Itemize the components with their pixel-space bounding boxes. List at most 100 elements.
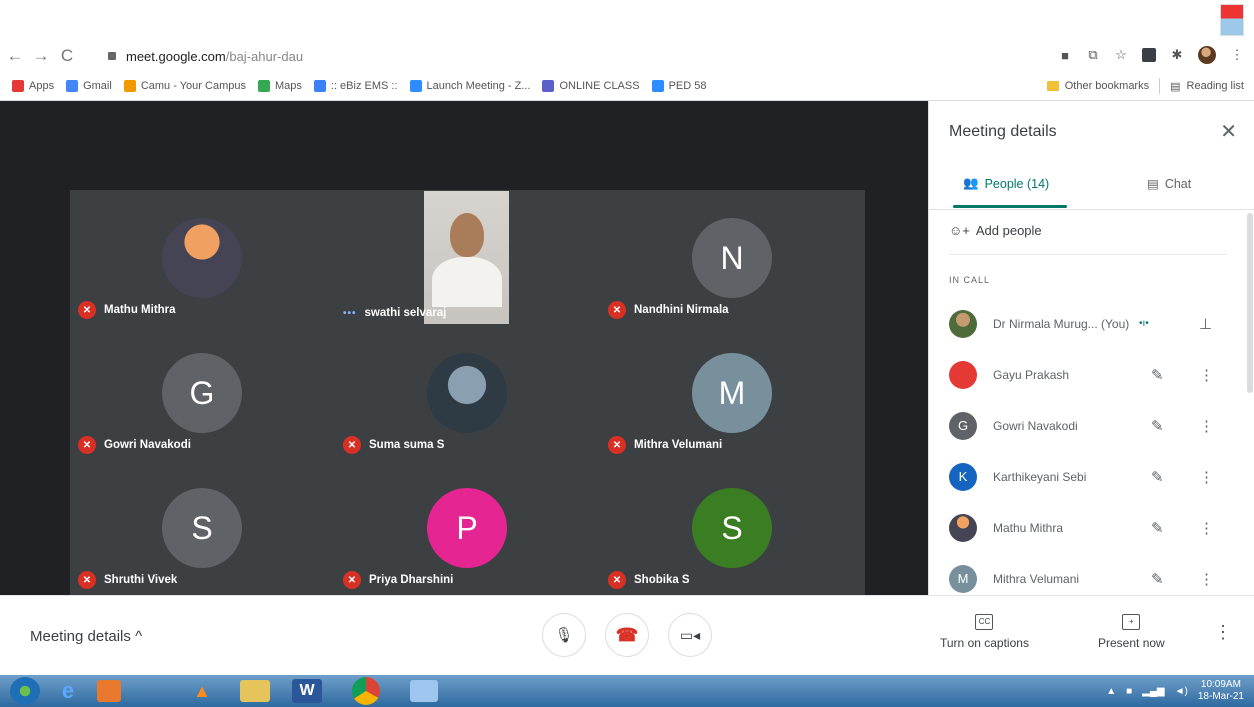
mic-button[interactable]: 🎙: [542, 613, 586, 657]
tab-chat[interactable]: ▤ Chat: [1147, 176, 1191, 192]
zoom-icon: [651, 80, 664, 92]
word-icon[interactable]: W: [292, 679, 322, 703]
signal-icon[interactable]: ▂▄▆: [1142, 686, 1164, 697]
participant-tile[interactable]: P ✕ Priya Dharshini: [335, 460, 600, 595]
bookmark-zoom[interactable]: Launch Meeting - Z...: [409, 80, 530, 92]
participant-tile[interactable]: G ✕ Gowri Navakodi: [70, 325, 335, 460]
participant-name: Gowri Navakodi: [104, 439, 191, 451]
avatar: S: [692, 488, 772, 568]
extension-icon[interactable]: [1142, 48, 1156, 62]
window-corner-icon[interactable]: [1220, 4, 1244, 36]
vlc-icon[interactable]: ▲: [184, 677, 220, 705]
chevron-up-icon: ^: [135, 628, 143, 645]
hang-up-icon: ☎: [615, 624, 639, 645]
person-name: Karthikeyani Sebi: [993, 469, 1087, 484]
participant-tile[interactable]: S ✕ Shobika S: [600, 460, 865, 595]
call-controls-bar: Meeting details ^ 🎙 ☎ ▭◂ CC Turn on capti…: [0, 595, 1254, 676]
people-icon: 👥: [963, 176, 979, 190]
tray-app-icon[interactable]: ■: [1126, 686, 1132, 697]
participant-name: Mithra Velumani: [634, 439, 723, 451]
avatar-initial: M: [957, 571, 969, 586]
url-host: meet.google.com: [126, 48, 226, 64]
address-bar[interactable]: meet.google.com/baj-ahur-dau: [108, 45, 1008, 67]
more-options-icon[interactable]: ⋮: [1214, 622, 1232, 643]
bookmark-ped58[interactable]: PED 58: [651, 80, 707, 92]
list-item[interactable]: Gayu Prakash ✎ ⋮: [929, 349, 1239, 400]
camera-button[interactable]: ▭◂: [668, 613, 712, 657]
file-explorer-icon[interactable]: [240, 680, 270, 702]
list-item[interactable]: G Gowri Navakodi ✎ ⋮: [929, 400, 1239, 451]
more-options-icon[interactable]: ⋮: [1199, 519, 1214, 537]
more-options-icon[interactable]: ⋮: [1199, 366, 1214, 384]
bookmark-gmail[interactable]: Gmail: [66, 80, 112, 92]
chrome-icon[interactable]: [352, 677, 380, 705]
nameplate: ✕ Mathu Mithra: [78, 301, 176, 319]
bookmark-maps[interactable]: Maps: [257, 80, 302, 92]
captions-label: Turn on captions: [940, 636, 1029, 650]
bookmark-ebiz[interactable]: :: eBiz EMS ::: [313, 80, 398, 92]
avatar: M: [949, 564, 977, 593]
bookmark-camu[interactable]: Camu - Your Campus: [123, 80, 246, 92]
leave-call-button[interactable]: ☎: [605, 613, 649, 657]
participant-tile[interactable]: ✕ Suma suma S: [335, 325, 600, 460]
list-item[interactable]: Mathu Mithra ✎ ⋮: [929, 502, 1239, 553]
more-options-icon[interactable]: ⋮: [1199, 468, 1214, 486]
person-name: Gowri Navakodi: [993, 418, 1078, 433]
presenter-video[interactable]: [424, 191, 509, 324]
other-bookmarks[interactable]: Other bookmarks: [1065, 80, 1149, 92]
scrollbar[interactable]: [1247, 213, 1253, 393]
list-item[interactable]: K Karthikeyani Sebi ✎ ⋮: [929, 451, 1239, 502]
avatar-initial: N: [720, 239, 744, 276]
avatar: S: [162, 488, 242, 568]
more-options-icon[interactable]: ⋮: [1199, 570, 1214, 588]
more-options-icon[interactable]: ⋮: [1199, 417, 1214, 435]
avatar: [427, 353, 507, 433]
profile-avatar[interactable]: [1198, 46, 1216, 64]
media-player-icon[interactable]: [97, 680, 121, 702]
avatar: [949, 513, 977, 542]
bookmark-apps[interactable]: Apps: [12, 80, 54, 92]
clock-date: 18-Mar-21: [1197, 691, 1244, 702]
translate-icon[interactable]: ⧉: [1086, 47, 1100, 62]
person-name: Mithra Velumani: [993, 571, 1080, 586]
mic-off-icon: ✕: [78, 301, 96, 319]
browser-toolbar: ← → C meet.google.com/baj-ahur-dau ■ ⧉ ☆…: [0, 40, 1254, 72]
participant-name: swathi selvaraj: [364, 307, 447, 319]
browser-menu-icon[interactable]: ⋮: [1230, 47, 1244, 62]
participant-tile[interactable]: N ✕ Nandhini Nirmala: [600, 190, 865, 325]
people-list: Dr Nirmala Murug... (You) •ı• ⊥ Gayu Pra…: [929, 298, 1239, 604]
meeting-details-button[interactable]: Meeting details ^: [30, 628, 142, 645]
present-now-button[interactable]: + Present now: [1098, 614, 1165, 650]
reading-list[interactable]: Reading list: [1187, 80, 1244, 92]
captions-button[interactable]: CC Turn on captions: [940, 614, 1029, 650]
mic-off-icon: ✎: [1151, 366, 1164, 384]
participant-tile[interactable]: S ✕ Shruthi Vivek: [70, 460, 335, 595]
add-people-button[interactable]: ☺+ Add people: [949, 223, 1042, 238]
avatar-initial: S: [191, 509, 213, 546]
video-person-body: [432, 257, 502, 307]
participant-tile[interactable]: ✕ Mathu Mithra: [70, 190, 335, 325]
close-icon[interactable]: ✕: [1220, 119, 1237, 144]
start-button-icon[interactable]: [10, 677, 40, 705]
avatar-initial: K: [958, 469, 968, 484]
tab-people[interactable]: 👥 People (14): [963, 176, 1049, 191]
clock[interactable]: 10:09AM 18-Mar-21: [1198, 679, 1244, 703]
participant-tile[interactable]: M ✕ Mithra Velumani: [600, 325, 865, 460]
bookmark-label: PED 58: [668, 80, 707, 92]
bookmark-online-class[interactable]: ONLINE CLASS: [542, 80, 640, 92]
puzzle-icon[interactable]: ✱: [1170, 47, 1184, 62]
list-item[interactable]: Dr Nirmala Murug... (You) •ı• ⊥: [929, 298, 1239, 349]
pin-icon[interactable]: ⊥: [1199, 315, 1212, 333]
camera-icon[interactable]: ■: [1058, 48, 1072, 63]
tray-arrow-icon[interactable]: ▲: [1106, 686, 1116, 697]
bookmark-label: ONLINE CLASS: [559, 80, 640, 92]
bookmark-label: Gmail: [83, 80, 112, 92]
back-icon[interactable]: ←: [4, 45, 26, 67]
internet-explorer-icon[interactable]: e: [50, 677, 86, 705]
forward-icon[interactable]: →: [30, 45, 52, 67]
app-icon[interactable]: [410, 680, 438, 702]
volume-icon[interactable]: ◄): [1175, 686, 1188, 697]
reload-icon[interactable]: C: [56, 45, 78, 67]
windows-taskbar: e ▲ W ▲ ■ ▂▄▆ ◄) 10:09AM 18-Mar-21: [0, 675, 1254, 707]
star-icon[interactable]: ☆: [1114, 47, 1128, 62]
